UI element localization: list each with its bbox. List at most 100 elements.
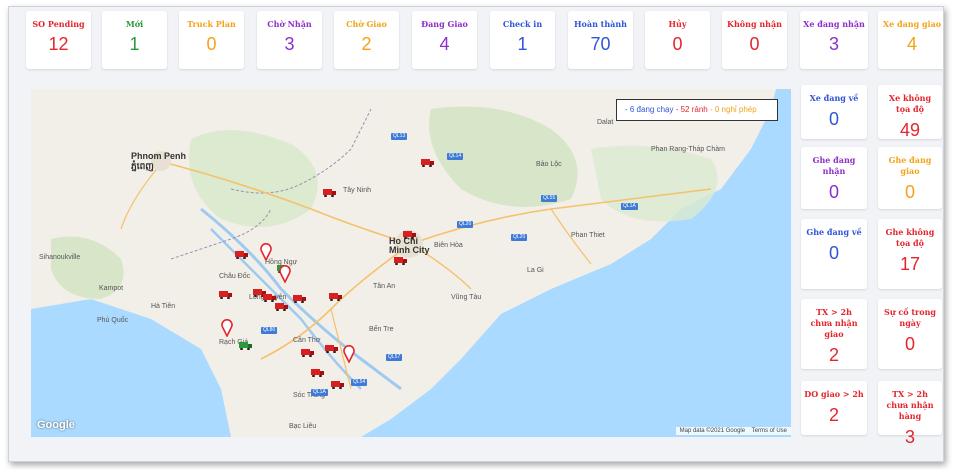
- stat-value: 49: [899, 120, 921, 140]
- stat-card[interactable]: Đang Giao 4: [412, 11, 477, 69]
- truck-marker[interactable]: [311, 369, 324, 377]
- place-ho-chi-minh: Ho Chi Minh City: [389, 236, 430, 255]
- place-vung-tau: Vũng Tàu: [451, 294, 482, 301]
- stat-value: 12: [48, 34, 69, 54]
- stat-label: Ghe không tọa độ: [885, 227, 935, 248]
- stat-label: Hoàn thành: [573, 19, 627, 29]
- stat-value: 1: [129, 34, 140, 54]
- stat-label: Xe đang về: [809, 93, 859, 103]
- stat-label: Xe đang giao: [882, 19, 942, 29]
- stat-card[interactable]: Ghe đang giao 0: [878, 147, 942, 209]
- truck-marker[interactable]: [263, 294, 276, 302]
- stat-card[interactable]: DO giao > 2h 2: [801, 381, 867, 435]
- google-logo: Google: [37, 419, 75, 431]
- route-shield: QL57: [386, 354, 403, 361]
- stat-card[interactable]: Mới 1: [102, 11, 167, 69]
- stat-label: Xe không tọa độ: [888, 93, 932, 114]
- stat-value: 3: [904, 427, 915, 447]
- place-tan-an: Tân An: [373, 283, 396, 290]
- stat-label: Truck Plan: [187, 19, 236, 29]
- stat-card[interactable]: Ghe đang về 0: [801, 219, 867, 289]
- stat-card[interactable]: Không nhận 0: [722, 11, 787, 69]
- stat-card[interactable]: Chờ Nhận 3: [257, 11, 322, 69]
- stat-value: 2: [828, 405, 839, 425]
- stat-card[interactable]: Chờ Giao 2: [334, 11, 399, 69]
- place-tay-ninh: Tây Ninh: [343, 187, 372, 194]
- stat-card[interactable]: SO Pending 12: [26, 11, 91, 69]
- truck-marker[interactable]: [301, 349, 314, 357]
- stat-label: Không nhận: [727, 19, 782, 29]
- stat-label: Ghe đang giao: [888, 155, 932, 176]
- route-shield: QL54: [351, 379, 368, 386]
- truck-marker[interactable]: [293, 295, 306, 303]
- stat-label: Chờ Nhận: [267, 19, 312, 29]
- truck-marker-green[interactable]: [239, 342, 252, 350]
- stat-card[interactable]: Ghe không tọa độ 17: [878, 219, 942, 289]
- stat-value: 0: [828, 182, 839, 202]
- stat-label: DO giao > 2h: [804, 389, 864, 399]
- place-ben-tre: Bến Tre: [369, 326, 394, 333]
- stat-value: 2: [361, 34, 372, 54]
- stat-card[interactable]: Hoàn thành 70: [568, 11, 633, 69]
- location-pin-icon[interactable]: [221, 319, 233, 337]
- stat-card[interactable]: Xe đang nhận 3: [800, 11, 868, 69]
- route-shield: QL20: [457, 221, 474, 228]
- place-phnom-penh: Phnom Penh: [131, 151, 187, 161]
- truck-marker[interactable]: [219, 291, 232, 299]
- truck-marker[interactable]: [331, 381, 344, 389]
- place-la-gi: La Gi: [527, 267, 544, 274]
- place-bac-lieu: Bạc Liêu: [289, 423, 317, 430]
- truck-marker[interactable]: [403, 231, 416, 239]
- truck-marker[interactable]: [421, 159, 434, 167]
- place-dalat: Dalat: [597, 119, 614, 126]
- map-canvas: [31, 89, 791, 437]
- stat-value: 0: [206, 34, 217, 54]
- truck-marker[interactable]: [323, 189, 336, 197]
- map-attribution[interactable]: Map data ©2021 Google Terms of Use: [675, 427, 791, 435]
- stat-card[interactable]: Sự cố trong ngày 0: [878, 299, 942, 369]
- place-phan-rang: Phan Rang-Tháp Chàm: [651, 146, 725, 153]
- dashboard: SO Pending 12 Mới 1 Truck Plan 0 Chờ Nhận 3 Chờ …: [8, 6, 944, 462]
- stat-label: TX > 2h chưa nhận hàng: [886, 389, 934, 421]
- stat-card[interactable]: Hủy 0: [645, 11, 710, 69]
- legend-leave: - 0 nghỉ phép: [709, 105, 757, 114]
- truck-marker[interactable]: [275, 303, 288, 311]
- truck-marker[interactable]: [325, 345, 338, 353]
- stat-card[interactable]: TX > 2h chưa nhận giao 2: [801, 299, 867, 369]
- truck-marker[interactable]: [394, 257, 407, 265]
- place-kampot: Kampot: [99, 285, 124, 292]
- stat-value: 17: [899, 254, 921, 274]
- place-phan-thiet: Phan Thiet: [571, 232, 605, 239]
- location-pin-icon[interactable]: [260, 243, 272, 261]
- stat-card[interactable]: Ghe đang nhận 0: [801, 147, 867, 209]
- stat-value: 3: [284, 34, 295, 54]
- stat-card[interactable]: Xe đang giao 4: [878, 11, 943, 69]
- map-panel[interactable]: - 6 đang chạy - 52 rảnh - 0 nghỉ phép Ph…: [31, 89, 791, 437]
- place-phu-quoc: Phú Quốc: [97, 317, 129, 324]
- stat-card[interactable]: TX > 2h chưa nhận hàng 3: [878, 381, 942, 447]
- stat-card[interactable]: Xe không tọa độ 49: [878, 85, 942, 140]
- truck-marker[interactable]: [329, 293, 342, 301]
- place-bao-loc: Bảo Lộc: [536, 161, 562, 168]
- route-shield: QL13: [391, 133, 408, 140]
- route-shield: QL1A: [621, 203, 638, 210]
- route-shield: QL80: [261, 327, 278, 334]
- stat-label: Chờ Giao: [346, 19, 387, 29]
- location-pin-icon[interactable]: [343, 345, 355, 363]
- stat-label: Đang Giao: [421, 19, 468, 29]
- legend-running: - 6 đang chạy: [625, 105, 674, 114]
- location-pin-icon[interactable]: [279, 265, 291, 283]
- place-can-tho: Cần Thơ: [293, 337, 321, 344]
- truck-marker[interactable]: [235, 251, 248, 259]
- route-shield: QL20: [511, 234, 528, 241]
- stat-label: Hủy: [668, 19, 687, 29]
- place-bien-hoa: Biên Hòa: [434, 242, 463, 249]
- place-sihanouk: Sihanoukville: [39, 254, 81, 261]
- stat-value: 3: [828, 34, 839, 54]
- stat-card[interactable]: Truck Plan 0: [179, 11, 244, 69]
- stat-card[interactable]: Xe đang về 0: [801, 85, 867, 139]
- attribution-terms-link[interactable]: Terms of Use: [752, 428, 787, 434]
- stat-label: Sự cố trong ngày: [883, 307, 937, 328]
- stat-label: Xe đang nhận: [803, 19, 865, 29]
- stat-card[interactable]: Check in 1: [490, 11, 555, 69]
